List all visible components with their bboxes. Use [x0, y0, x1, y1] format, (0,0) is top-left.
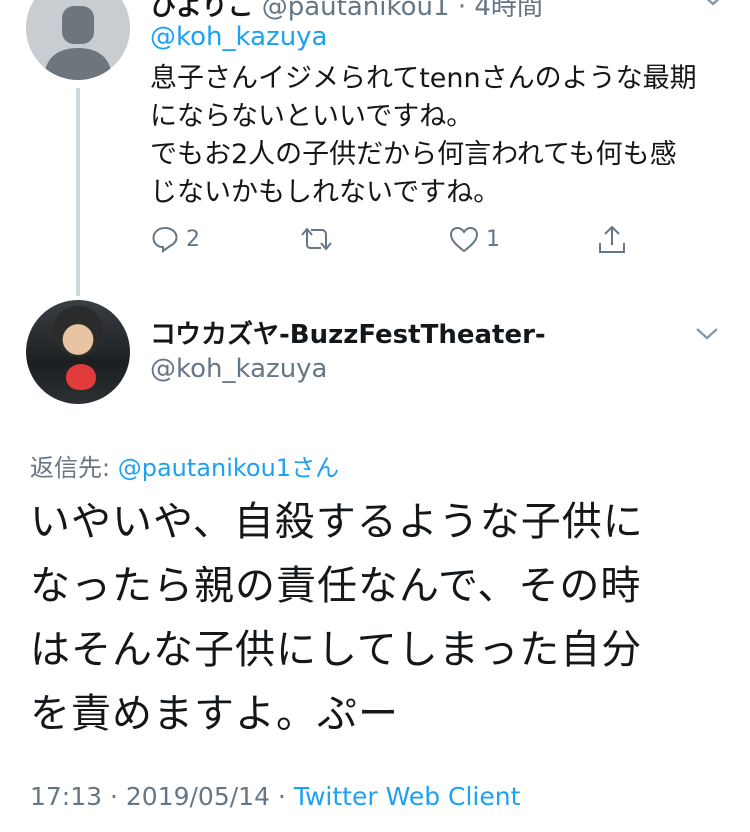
tweet-actions: 2 1: [0, 224, 750, 260]
replying-label: 返信先:: [30, 454, 118, 482]
tweet-text-line: にならないといいですね。: [150, 101, 474, 132]
avatar[interactable]: [26, 300, 130, 404]
tweet-header: ひよりこ @pautanikou1 · 4時間: [150, 0, 543, 23]
reply-count: 2: [186, 226, 200, 252]
client-link[interactable]: Twitter Web Client: [294, 782, 521, 811]
tweet-meta: 17:13 · 2019/05/14 · Twitter Web Client: [30, 782, 520, 811]
share-icon: [599, 225, 625, 253]
timestamp[interactable]: 17:13 · 2019/05/14 ·: [30, 782, 294, 811]
timestamp[interactable]: 4時間: [474, 0, 543, 22]
like-button[interactable]: 1: [448, 224, 500, 254]
chevron-down-icon: [696, 328, 718, 340]
display-name[interactable]: ひよりこ: [150, 0, 253, 22]
share-button[interactable]: [596, 224, 628, 256]
default-avatar-icon: [26, 0, 130, 80]
tweet-text-line: いやいや、自殺するような子供に: [30, 499, 644, 545]
like-count: 1: [486, 226, 500, 252]
handle[interactable]: @koh_kazuya: [150, 354, 328, 384]
reply-button[interactable]: 2: [150, 224, 200, 254]
reply-icon: [152, 226, 178, 253]
retweet-icon: [301, 227, 332, 251]
replying-suffix: さん: [291, 454, 340, 482]
thread-line: [76, 88, 80, 296]
replying-to: 返信先: @pautanikou1さん: [30, 448, 339, 483]
tweet-text-line: でもお2人の子供だから何言われても何も感: [150, 139, 677, 170]
retweet-button[interactable]: [300, 224, 340, 254]
tweet-menu-button[interactable]: [694, 326, 720, 346]
mention-link[interactable]: @koh_kazuya: [150, 22, 328, 52]
display-name[interactable]: コウカズヤ-BuzzFestTheater-: [150, 314, 546, 351]
tweet-text-line: なったら親の責任なんで、その時: [30, 563, 642, 609]
tweet-text-line: 息子さんイジメられてtennさんのような最期: [150, 63, 697, 94]
tweet-menu-button[interactable]: [700, 0, 726, 12]
mention-link[interactable]: @pautanikou1: [118, 454, 291, 482]
tweet-text-line: じないかもしれないですね。: [150, 177, 501, 208]
chevron-down-icon: [706, 0, 720, 6]
like-icon: [449, 226, 479, 253]
tweet-text-line: はそんな子供にしてしまった自分: [30, 627, 643, 673]
handle[interactable]: @pautanikou1: [262, 0, 450, 22]
avatar-photo-detail: [66, 364, 96, 390]
tweet-text-line: を責めますよ。ぷー: [30, 691, 399, 737]
avatar[interactable]: [26, 0, 130, 80]
